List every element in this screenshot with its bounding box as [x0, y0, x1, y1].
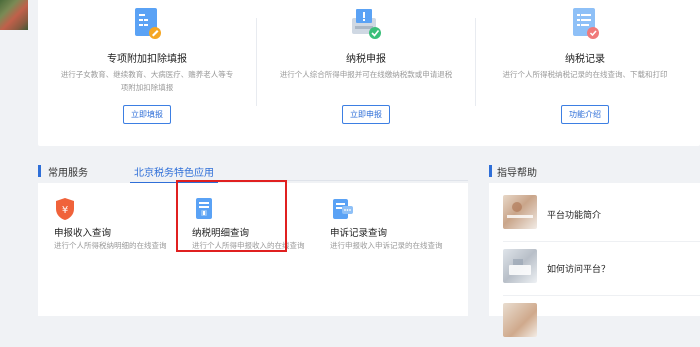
declare-now-button[interactable]: 立即申报: [342, 105, 390, 124]
top-services-card: 专项附加扣除填报 进行子女教育、继续教育、大病医疗、赡养老人等专项附加扣除填报 …: [38, 0, 700, 146]
guide-thumb: [503, 195, 537, 229]
service-title: 纳税记录: [565, 54, 605, 65]
guide-item-third[interactable]: [489, 299, 700, 347]
guide-thumb: [503, 249, 537, 283]
service-desc: 进行子女教育、继续教育、大病医疗、赡养老人等专项附加扣除填报: [60, 70, 234, 92]
feature-intro-button[interactable]: 功能介绍: [561, 105, 609, 124]
corner-photo: [0, 0, 28, 30]
guide-indicator: [489, 165, 492, 177]
guide-separator: [503, 241, 700, 242]
tax-declare-icon: [348, 6, 384, 42]
guide-label: 如何访问平台？: [547, 265, 611, 275]
guide-label: 平台功能简介: [547, 211, 602, 221]
tab-indicator: [38, 165, 41, 177]
guide-header: 指导帮助: [489, 162, 700, 180]
service-tabs: 常用服务 北京税务特色应用: [38, 162, 468, 184]
tab-common-services[interactable]: 常用服务: [48, 164, 88, 179]
guide-item-how-to-access[interactable]: 如何访问平台？: [489, 245, 700, 293]
service-desc: 进行个人综合所得申报并可在线缴纳税款或申请退税: [279, 70, 453, 79]
guide-card: 平台功能简介 如何访问平台？: [489, 183, 700, 337]
document-edit-icon: [129, 6, 165, 42]
service-title: 申诉记录查询: [330, 228, 388, 239]
service-tax-record: 纳税记录 进行个人所得税纳税记录的在线查询、下载和打印 功能介绍: [476, 0, 694, 146]
tax-record-icon: [567, 6, 603, 42]
guide-item-platform-intro[interactable]: 平台功能简介: [489, 191, 700, 239]
service-desc: 进行申报收入申诉记录的在线查询: [330, 241, 443, 250]
svg-text:¥: ¥: [62, 205, 68, 216]
fill-now-button[interactable]: 立即填报: [123, 105, 171, 124]
service-title: 专项附加扣除填报: [107, 54, 187, 65]
service-tax-declare: 纳税申报 进行个人综合所得申报并可在线缴纳税款或申请退税 立即申报: [257, 0, 475, 146]
guide-separator: [503, 295, 700, 296]
service-desc: 进行个人所得税纳税记录的在线查询、下载和打印: [502, 70, 668, 79]
highlight-annotation-box: [176, 180, 287, 252]
service-desc: 进行个人所得税纳明细的在线查询: [54, 241, 167, 250]
guide-title: 指导帮助: [497, 168, 537, 179]
service-title: 申报收入查询: [54, 228, 112, 239]
service-special-deduction: 专项附加扣除填报 进行子女教育、继续教育、大病医疗、赡养老人等专项附加扣除填报 …: [38, 0, 256, 146]
service-title: 纳税申报: [346, 54, 386, 65]
shield-yen-icon: ¥: [54, 197, 76, 221]
guide-thumb: [503, 303, 537, 337]
appeal-record-icon: [332, 197, 354, 221]
